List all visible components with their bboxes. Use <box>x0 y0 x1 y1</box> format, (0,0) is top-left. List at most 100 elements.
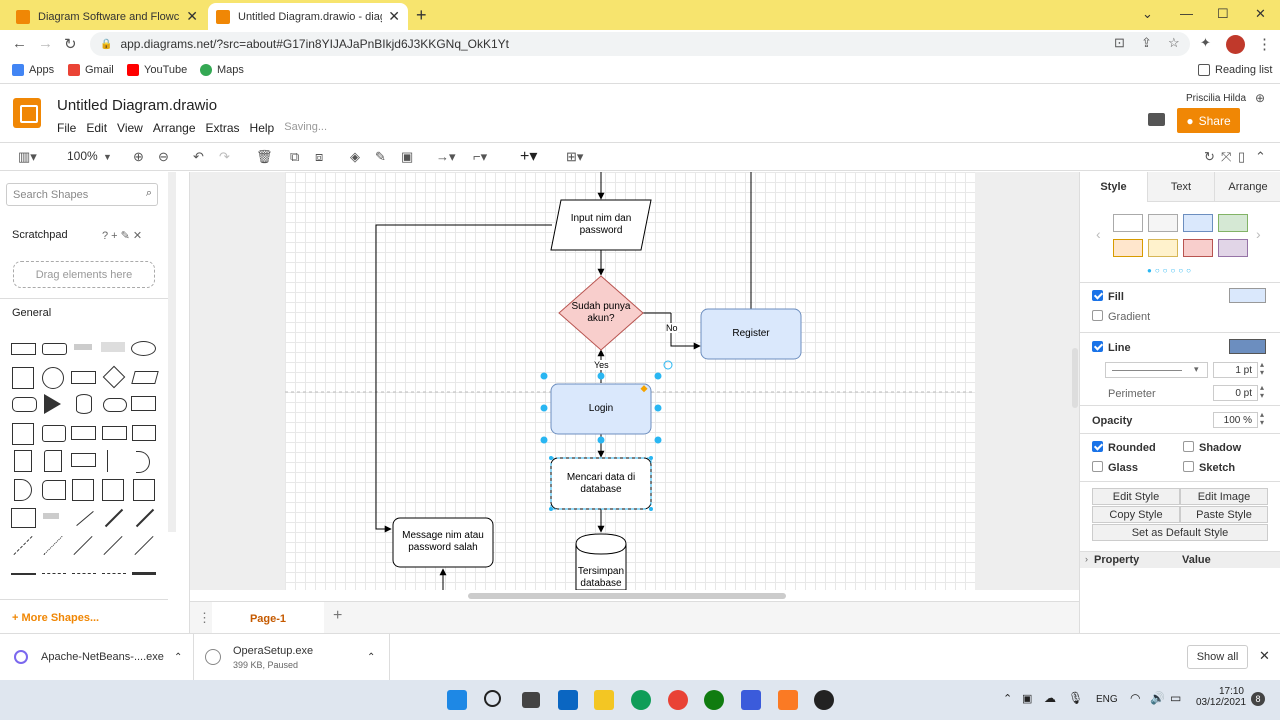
scratchpad-dropzone[interactable]: Drag elements here <box>13 261 155 288</box>
stepper-icon[interactable]: ▴ ▾ <box>1260 411 1264 427</box>
forward-arrow-icon[interactable]: → <box>38 35 53 52</box>
scratchpad-header[interactable]: Scratchpad <box>12 229 180 241</box>
download-item-opera[interactable]: OperaSetup.exe 399 KB, Paused ⌃ <box>205 634 390 680</box>
glass-checkbox[interactable] <box>1092 461 1103 472</box>
shape-line[interactable] <box>73 535 93 556</box>
stepper-icon[interactable]: ▴ ▾ <box>1260 384 1264 400</box>
sidebar-scrollbar[interactable] <box>168 172 176 532</box>
fill-checkbox[interactable] <box>1092 290 1103 301</box>
windows-start-icon[interactable] <box>447 690 467 710</box>
share-page-icon[interactable]: ⇪ <box>1141 35 1152 51</box>
edit-image-button[interactable]: Edit Image <box>1180 488 1268 505</box>
shape-connector-4[interactable] <box>132 572 156 575</box>
properties-header[interactable]: › Property Value <box>1080 551 1280 568</box>
shape-note[interactable] <box>14 450 32 472</box>
perimeter-input[interactable]: 0 pt <box>1213 385 1258 401</box>
resize-handle[interactable] <box>597 372 605 380</box>
shape-step[interactable] <box>71 426 96 440</box>
format-toggle-icon[interactable]: ▯ <box>1238 149 1245 165</box>
bookmark-star-icon[interactable]: ☆ <box>1168 35 1180 51</box>
close-window-icon[interactable]: ✕ <box>1255 6 1266 22</box>
chrome-icon[interactable] <box>668 690 688 710</box>
style-swatch-green[interactable] <box>1218 214 1248 232</box>
menu-view[interactable]: View <box>117 121 143 135</box>
panel-scrollbar[interactable] <box>1072 348 1078 408</box>
more-shapes-button[interactable]: + More Shapes... <box>12 612 99 624</box>
browser-tab-untitled-diagram[interactable]: Untitled Diagram.drawio - diagra ✕ <box>208 3 408 30</box>
fill-color-icon[interactable]: ◈ <box>350 149 360 165</box>
general-header[interactable]: General <box>12 307 180 319</box>
shape-cube[interactable] <box>42 425 66 442</box>
table-icon[interactable]: ⊞▾ <box>566 149 583 165</box>
install-icon[interactable]: ⊡ <box>1114 35 1125 51</box>
share-button[interactable]: ● Share <box>1177 108 1240 133</box>
shape-diamond[interactable] <box>102 365 126 389</box>
shape-rounded-rectangle[interactable] <box>42 343 67 355</box>
shape-internal-storage[interactable] <box>12 423 34 445</box>
shape-hexagon[interactable] <box>12 397 37 412</box>
shape-container[interactable] <box>72 479 94 501</box>
add-page-icon[interactable]: + <box>333 607 342 625</box>
document-title[interactable]: Untitled Diagram.drawio <box>57 97 217 114</box>
globe-icon[interactable]: ⊕ <box>1255 91 1265 105</box>
tab-arrange[interactable]: Arrange <box>1214 172 1280 202</box>
language-indicator[interactable]: ENG <box>1096 694 1118 705</box>
canvas-horizontal-scrollbar[interactable] <box>468 593 786 599</box>
format-panel-icon[interactable]: ▥▾ <box>18 149 37 165</box>
shape-text[interactable] <box>74 344 92 350</box>
shape-or[interactable] <box>136 451 150 473</box>
style-swatch-orange[interactable] <box>1113 239 1143 257</box>
show-all-button[interactable]: Show all <box>1187 645 1248 669</box>
shape-square[interactable] <box>12 367 34 389</box>
fill-color-swatch[interactable] <box>1229 288 1266 303</box>
resize-handle[interactable] <box>540 404 548 412</box>
sketch-checkbox[interactable] <box>1183 461 1194 472</box>
close-tab-icon[interactable]: ✕ <box>388 8 400 25</box>
chevron-right-icon[interactable]: › <box>1256 226 1261 242</box>
resize-handle[interactable] <box>549 456 553 460</box>
resize-handle[interactable] <box>549 507 553 511</box>
connection-icon[interactable]: →▾ <box>436 149 456 165</box>
shape-list[interactable] <box>11 508 36 528</box>
edit-style-button[interactable]: Edit Style <box>1092 488 1180 505</box>
onedrive-icon[interactable]: ☁ <box>1044 691 1056 705</box>
reload-icon[interactable]: ↻ <box>64 35 77 53</box>
new-tab-icon[interactable]: + <box>416 5 427 26</box>
shape-cylinder[interactable] <box>76 394 92 414</box>
volume-icon[interactable]: 🔊 <box>1150 691 1165 705</box>
shape-parallelogram[interactable] <box>131 371 159 384</box>
task-view-icon[interactable] <box>522 692 540 708</box>
style-swatch-gray[interactable] <box>1148 214 1178 232</box>
style-swatch-purple[interactable] <box>1218 239 1248 257</box>
shape-connector-3[interactable] <box>102 573 126 574</box>
shape-arrow[interactable] <box>135 508 155 528</box>
shape-curve[interactable] <box>76 511 94 526</box>
resize-handle[interactable] <box>649 507 653 511</box>
redo-icon[interactable]: ↷ <box>219 149 230 165</box>
zoom-out-icon[interactable]: ⊖ <box>158 149 169 165</box>
profile-avatar[interactable] <box>1226 35 1245 54</box>
undo-icon[interactable]: ↶ <box>193 149 204 165</box>
menu-edit[interactable]: Edit <box>86 121 107 135</box>
resize-handle[interactable] <box>654 436 662 444</box>
style-swatch-yellow[interactable] <box>1148 239 1178 257</box>
extensions-icon[interactable]: ✦ <box>1200 35 1211 51</box>
shape-actor[interactable] <box>107 450 119 472</box>
gradient-checkbox[interactable] <box>1092 310 1103 321</box>
address-bar[interactable]: 🔒 app.diagrams.net/?src=about#G17in8YIJA… <box>90 32 1190 56</box>
scratchpad-tools[interactable]: ? + ✎ ✕ <box>102 229 142 242</box>
close-downloads-icon[interactable]: ✕ <box>1259 648 1270 664</box>
shape-directional-connector[interactable] <box>134 535 154 556</box>
tab-text[interactable]: Text <box>1147 172 1214 202</box>
clock[interactable]: 17:10 03/12/2021 <box>1196 686 1246 708</box>
tray-app-icon[interactable]: ▣ <box>1022 692 1032 705</box>
swatch-page-dots[interactable]: ●○○○○○ <box>1147 266 1194 275</box>
edge-icon[interactable] <box>631 690 651 710</box>
file-explorer-icon[interactable] <box>594 690 614 710</box>
obs-icon[interactable] <box>814 690 834 710</box>
shadow-checkbox[interactable] <box>1183 441 1194 452</box>
to-back-icon[interactable]: ⧈ <box>315 149 323 165</box>
line-width-input[interactable]: 1 pt <box>1213 362 1258 378</box>
line-pattern-select[interactable]: ▾ <box>1105 362 1208 378</box>
resize-handle[interactable] <box>654 372 662 380</box>
